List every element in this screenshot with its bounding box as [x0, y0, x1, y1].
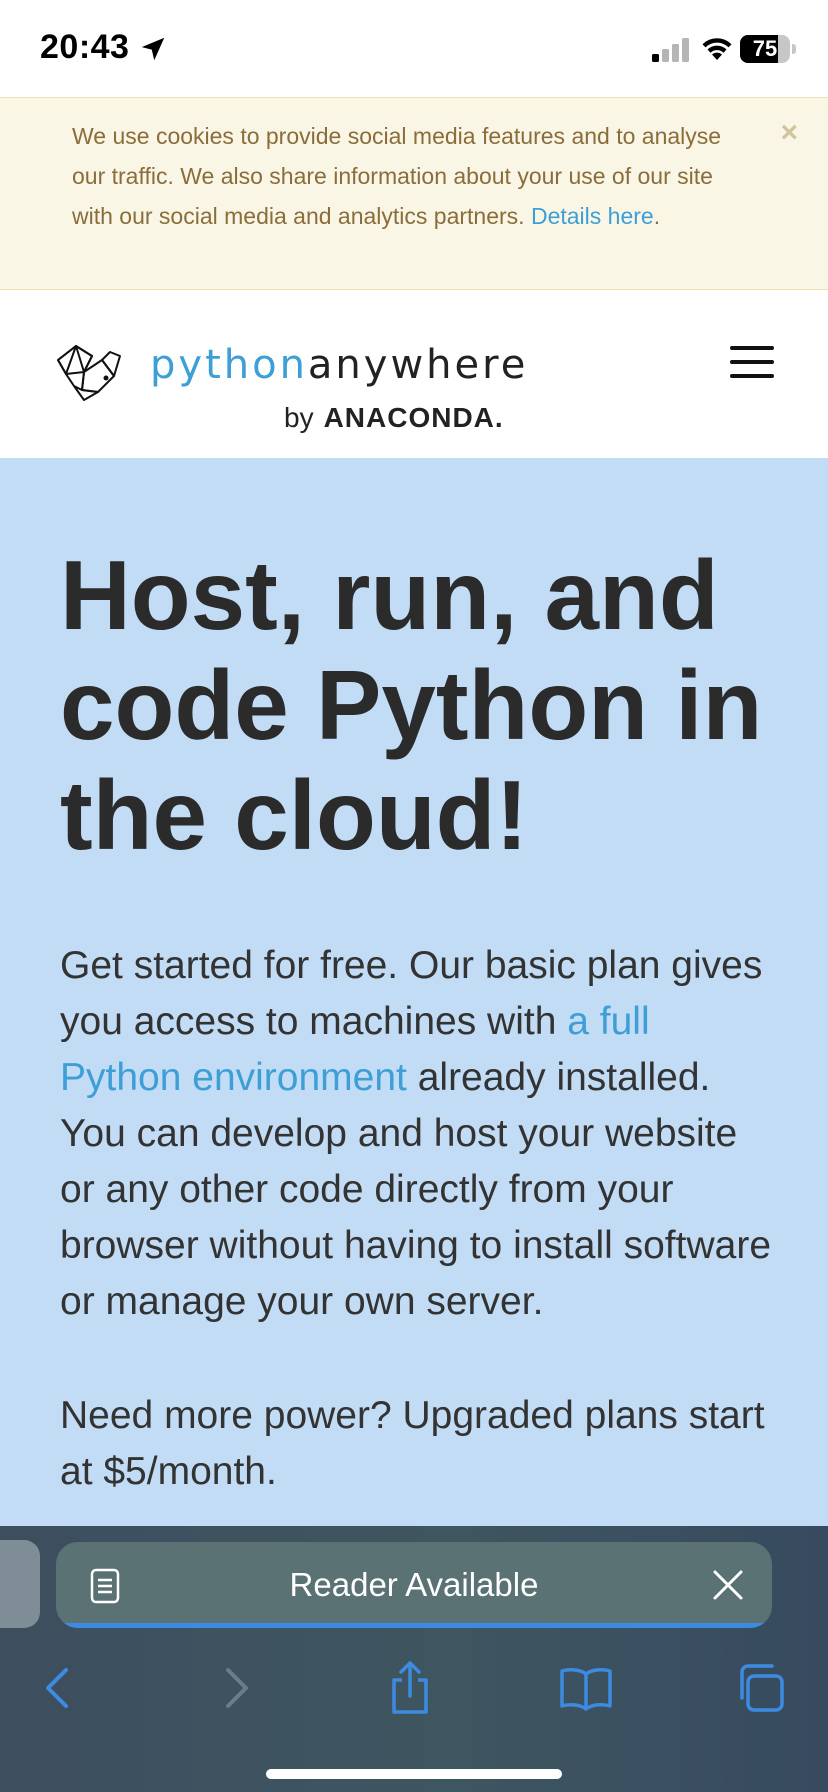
- hero-description: Get started for free. Our basic plan giv…: [60, 938, 780, 1330]
- status-time: 20:43: [40, 28, 130, 66]
- hero-body-part1: Get started for free. Our basic plan giv…: [60, 944, 763, 1043]
- previous-tab-peek[interactable]: [0, 1540, 40, 1628]
- logo-wordmark[interactable]: pythonanywhere: [150, 342, 528, 388]
- logo-by-text: by: [284, 402, 314, 433]
- battery-percent: 75: [752, 36, 778, 61]
- close-icon[interactable]: [712, 1569, 744, 1601]
- safari-toolbar: [0, 1646, 828, 1746]
- pythonanywhere-logo-icon[interactable]: [54, 342, 134, 402]
- hero-title: Host, run, and code Python in the cloud!: [60, 540, 763, 870]
- address-bar[interactable]: Reader Available: [56, 1542, 772, 1628]
- cookie-message-suffix: .: [653, 203, 661, 229]
- cookie-banner: We use cookies to provide social media f…: [0, 97, 828, 290]
- logo-byline: by ANACONDA.: [284, 402, 504, 434]
- hero-section: Host, run, and code Python in the cloud!…: [0, 458, 828, 1526]
- logo-anaconda-text: ANACONDA.: [323, 402, 504, 433]
- logo-anywhere-text: anywhere: [307, 342, 529, 388]
- status-bar: 20:43 75: [0, 0, 828, 97]
- forward-chevron-icon[interactable]: [206, 1658, 266, 1718]
- back-chevron-icon[interactable]: [28, 1658, 88, 1718]
- cellular-signal-icon: [652, 38, 689, 62]
- share-icon[interactable]: [380, 1658, 440, 1718]
- screen: 20:43 75 We use cookies to provide socia…: [0, 0, 828, 1792]
- hamburger-menu-button[interactable]: [730, 346, 774, 378]
- reader-available-label[interactable]: Reader Available: [56, 1542, 772, 1628]
- safari-bottom-bar: Reader Available: [0, 1526, 828, 1792]
- wifi-icon: [702, 38, 732, 60]
- cookie-close-button[interactable]: ×: [780, 116, 798, 150]
- location-arrow-icon: [141, 37, 165, 61]
- site-header: pythonanywhere by ANACONDA.: [0, 290, 828, 458]
- tabs-icon[interactable]: [732, 1658, 792, 1718]
- hero-pricing-note: Need more power? Upgraded plans start at…: [60, 1394, 765, 1493]
- page-load-progress: [56, 1623, 772, 1628]
- home-indicator[interactable]: [266, 1769, 562, 1779]
- cookie-details-link[interactable]: Details here: [531, 203, 654, 229]
- logo-python-text: python: [150, 342, 308, 388]
- bookmarks-icon[interactable]: [556, 1658, 616, 1718]
- battery-indicator: 75: [740, 35, 796, 63]
- cookie-message: We use cookies to provide social media f…: [72, 116, 752, 236]
